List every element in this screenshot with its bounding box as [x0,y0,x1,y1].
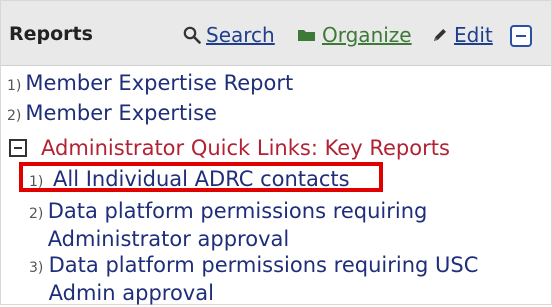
report-number: 2) [29,206,44,222]
section-report-item[interactable]: 3) Data platform permissions requiring U… [29,251,519,307]
search-icon [183,26,201,44]
edit-button[interactable]: Edit [431,21,493,49]
section-collapse-toggle[interactable] [9,139,27,157]
collapse-panel-button[interactable] [510,25,532,47]
search-label: Search [206,23,275,47]
highlight-box [19,162,383,192]
section-header: Administrator Quick Links: Key Reports [9,136,450,160]
panel-title: Reports [9,23,93,45]
pencil-icon [434,29,446,41]
organize-label: Organize [322,23,412,47]
section-report-item[interactable]: 2) Data platform permissions requiring A… [29,197,509,253]
report-link[interactable]: Data platform permissions requiring Admi… [48,197,509,253]
report-number: 2) [7,108,22,124]
report-item[interactable]: 1) Member Expertise Report [7,69,293,97]
report-number: 1) [7,78,22,94]
report-link[interactable]: Member Expertise Report [25,69,293,97]
report-link[interactable]: Data platform permissions requiring USC … [49,251,519,307]
report-item[interactable]: 2) Member Expertise [7,99,217,127]
organize-button[interactable]: Organize [297,21,412,49]
report-number: 3) [29,260,44,276]
folder-icon [298,30,315,41]
search-button[interactable]: Search [183,21,275,49]
panel-header: Reports Search Organize Edit [1,1,551,66]
section-title[interactable]: Administrator Quick Links: Key Reports [41,136,450,160]
reports-panel: Reports Search Organize Edit 1) Member E… [0,0,552,305]
report-link[interactable]: Member Expertise [25,99,217,127]
edit-label: Edit [454,23,493,47]
